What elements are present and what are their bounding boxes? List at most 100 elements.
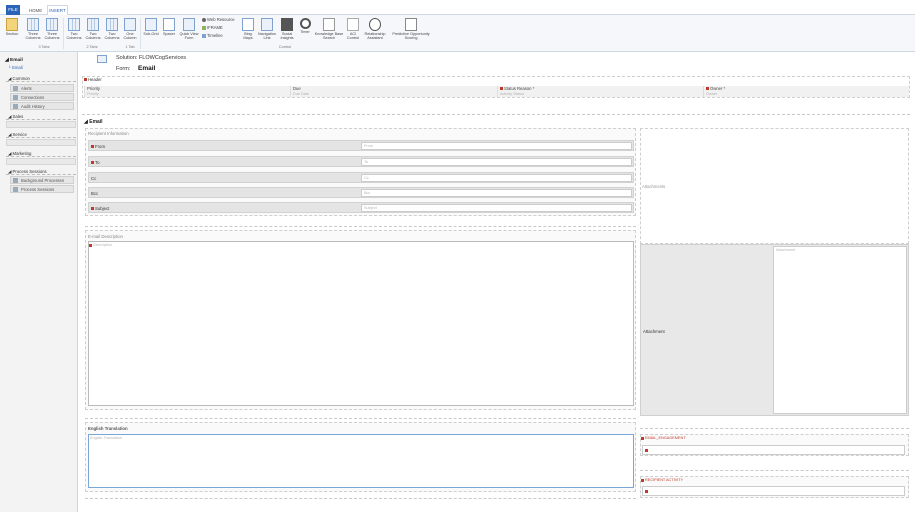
tab-file[interactable]: FILE — [6, 5, 20, 15]
two-columns-icon — [106, 18, 118, 31]
nav-entity-sub[interactable]: └ Email — [8, 65, 23, 70]
iframe-icon — [202, 25, 206, 30]
lock-icon — [89, 243, 92, 247]
nav-group-process-sessions[interactable]: ◢ Process Sessions — [6, 168, 76, 175]
nav-entity-title: ◢ Email — [5, 58, 23, 63]
attachment-grid[interactable] — [773, 246, 907, 414]
group-separator — [63, 18, 64, 49]
aci-control-button[interactable]: ACI Control — [345, 18, 361, 40]
sub-grid-button[interactable]: Sub-Grid — [142, 18, 160, 36]
nav-item-audit-history[interactable]: Audit History — [10, 102, 74, 110]
header-field-status-reason[interactable]: Status Reason * Activity Status — [497, 86, 703, 97]
lock-icon — [645, 490, 648, 493]
globe-icon — [202, 17, 206, 22]
spacer-icon — [163, 18, 175, 31]
two-columns-third-button[interactable]: Two Columns — [103, 18, 121, 40]
map-icon — [242, 18, 254, 31]
field-row-to[interactable]: To To — [88, 156, 634, 167]
web-resource-button[interactable]: Web Resource — [202, 17, 235, 23]
field-row-from[interactable]: From From — [88, 140, 634, 151]
predictive-opportunity-scoring-button[interactable]: Predictive Opportunity Scoring — [389, 18, 433, 40]
form-name: Email — [138, 65, 156, 72]
translation-input[interactable] — [88, 434, 634, 488]
iframe-button[interactable]: IFRAME — [202, 25, 223, 31]
attachments-section-title: Attachments — [642, 184, 666, 189]
two-columns-icon — [68, 18, 80, 31]
form-header-title: Header — [84, 77, 102, 82]
nav-item-connections[interactable]: Connections — [10, 93, 74, 101]
connections-icon — [13, 95, 18, 100]
nav-item-process-sessions[interactable]: Process Sessions — [10, 185, 74, 193]
field-row-cc[interactable]: Cc Cc — [88, 172, 634, 183]
attachment-label: Attachment — [643, 329, 665, 334]
lock-icon — [500, 87, 503, 91]
navigation-link-button[interactable]: Navigation Link — [257, 18, 277, 40]
email-tab-title[interactable]: ◢ Email — [84, 119, 103, 125]
email-engagement-title: EMAIL_ENGAGEMENT — [641, 436, 686, 440]
cc-input[interactable]: Cc — [361, 174, 632, 182]
aci-control-icon — [347, 18, 359, 31]
sub-grid-icon — [145, 18, 157, 31]
to-input[interactable]: To — [361, 158, 632, 166]
email-engagement-control[interactable] — [642, 445, 905, 455]
timer-icon — [299, 18, 311, 29]
lock-icon — [91, 145, 94, 149]
bcc-input[interactable]: Bcc — [361, 189, 632, 197]
field-row-bcc[interactable]: Bcc Bcc — [88, 187, 634, 198]
three-columns-button[interactable]: Three Columns — [24, 18, 42, 40]
lock-icon — [91, 207, 94, 211]
divider — [85, 226, 636, 227]
field-row-subject[interactable]: Subject Subject — [88, 202, 634, 213]
divider — [85, 498, 636, 499]
bing-maps-button[interactable]: Bing Maps — [240, 18, 256, 40]
one-column-button[interactable]: One Column — [122, 18, 138, 40]
audit-history-icon — [13, 104, 18, 109]
subject-input[interactable]: Subject — [361, 204, 632, 212]
relationship-assistant-button[interactable]: Relationship Assistant — [362, 18, 388, 40]
nav-group-common[interactable]: ◢ Common — [6, 75, 76, 82]
lock-icon — [645, 449, 648, 452]
recipient-activity-control[interactable] — [642, 486, 905, 496]
two-columns-icon — [87, 18, 99, 31]
nav-group-marketing[interactable]: ◢ Marketing — [6, 150, 76, 157]
lock-icon — [641, 436, 644, 440]
group-label-3-tabs: 3 Tabs — [38, 45, 50, 49]
timeline-button[interactable]: Timeline — [202, 33, 223, 39]
knowledge-base-search-button[interactable]: Knowledge Base Search — [314, 18, 344, 40]
nav-group-sales-body — [6, 121, 76, 128]
checkmark-icon — [369, 18, 381, 31]
social-insights-button[interactable]: Social Insights — [278, 18, 296, 40]
lock-icon — [91, 161, 94, 165]
three-columns-alt-button[interactable]: Three Columns — [43, 18, 61, 40]
two-columns-button[interactable]: Two Columns — [65, 18, 83, 40]
divider — [640, 470, 909, 471]
one-column-icon — [124, 18, 136, 31]
header-field-owner[interactable]: Owner * Owner — [703, 86, 909, 97]
social-insights-icon — [281, 18, 293, 31]
header-field-priority[interactable]: Priority Priority — [84, 86, 290, 97]
description-editor[interactable] — [88, 241, 634, 406]
nav-group-marketing-body — [6, 158, 76, 165]
timer-button[interactable]: Timer — [297, 18, 313, 34]
nav-item-background-processes[interactable]: Background Processes — [10, 176, 74, 184]
header-field-due[interactable]: Due Due Date — [290, 86, 497, 97]
section-button[interactable]: Section — [4, 18, 20, 36]
nav-group-sales[interactable]: ◢ Sales — [6, 113, 76, 120]
group-label-control: Control — [278, 45, 292, 49]
lock-icon — [84, 78, 87, 82]
quick-view-form-button[interactable]: Quick View Form — [178, 18, 200, 40]
divider — [640, 428, 909, 429]
attachments-section[interactable] — [640, 128, 909, 244]
nav-group-service[interactable]: ◢ Service — [6, 131, 76, 138]
nav-item-alerts[interactable]: Alerts — [10, 84, 74, 92]
tab-home[interactable]: HOME — [25, 6, 46, 15]
section-icon — [6, 18, 18, 31]
spacer-button[interactable]: Spacer — [161, 18, 177, 36]
two-columns-alt-button[interactable]: Two Columns — [84, 18, 102, 40]
group-separator — [140, 18, 141, 49]
ribbon-tab-bar: FILE HOME INSERT — [0, 0, 915, 16]
recipient-section-title: Recipient Information — [88, 131, 129, 136]
process-sessions-icon — [13, 187, 18, 192]
from-input[interactable]: From — [361, 142, 632, 150]
nav-group-service-body — [6, 139, 76, 146]
